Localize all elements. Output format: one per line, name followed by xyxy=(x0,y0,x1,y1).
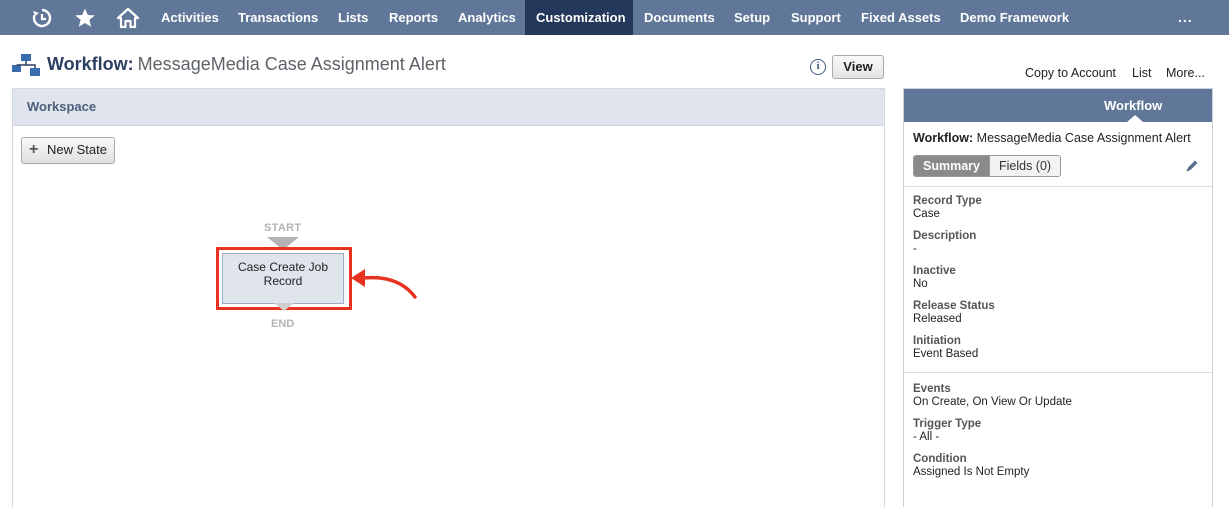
annotation-arrow xyxy=(351,269,417,299)
panel-title: Workflow: MessageMedia Case Assignment A… xyxy=(913,131,1191,145)
new-state-button[interactable]: + New State xyxy=(21,137,115,164)
panel-segmented-control: Summary Fields (0) xyxy=(913,155,1062,177)
divider xyxy=(904,186,1212,187)
end-marker xyxy=(274,303,294,311)
nav-activities[interactable]: Activities xyxy=(150,0,230,35)
workflow-icon xyxy=(12,54,40,76)
field-label-events: Events xyxy=(913,383,951,395)
field-value-record-type: Case xyxy=(913,208,940,220)
nav-lists[interactable]: Lists xyxy=(327,0,379,35)
nav-fixed-assets[interactable]: Fixed Assets xyxy=(850,0,952,35)
edit-pencil-icon[interactable] xyxy=(1184,158,1200,174)
star-icon[interactable] xyxy=(67,0,103,35)
view-button[interactable]: View xyxy=(832,55,884,79)
field-value-description: - xyxy=(913,243,917,255)
summary-tab[interactable]: Summary xyxy=(914,156,989,176)
nav-customization[interactable]: Customization xyxy=(525,0,633,35)
field-label-description: Description xyxy=(913,230,977,242)
nav-more-button[interactable]: ... xyxy=(1178,0,1193,35)
divider xyxy=(904,372,1212,373)
panel-header: Workflow xyxy=(904,89,1212,122)
nav-analytics[interactable]: Analytics xyxy=(447,0,527,35)
page-title-label: Workflow: xyxy=(47,54,134,74)
field-label-condition: Condition xyxy=(913,453,967,465)
field-label-trigger-type: Trigger Type xyxy=(913,418,982,430)
nav-demo-framework[interactable]: Demo Framework xyxy=(949,0,1080,35)
field-label-record-type: Record Type xyxy=(913,195,982,207)
field-value-inactive: No xyxy=(913,278,928,290)
field-value-release-status: Released xyxy=(913,313,962,325)
workflow-details-panel: Workflow Workflow: MessageMedia Case Ass… xyxy=(903,88,1213,507)
page-title: Workflow: MessageMedia Case Assignment Al… xyxy=(47,54,446,75)
field-value-events: On Create, On View Or Update xyxy=(913,396,1072,408)
copy-to-account-link[interactable]: Copy to Account xyxy=(1025,66,1116,80)
nav-support[interactable]: Support xyxy=(780,0,852,35)
list-link[interactable]: List xyxy=(1132,66,1151,80)
field-label-release-status: Release Status xyxy=(913,300,995,312)
nav-setup[interactable]: Setup xyxy=(723,0,781,35)
nav-reports[interactable]: Reports xyxy=(378,0,449,35)
field-value-initiation: Event Based xyxy=(913,348,979,360)
start-label: START xyxy=(264,222,302,234)
recent-icon[interactable] xyxy=(24,0,60,35)
new-state-label: New State xyxy=(47,142,107,157)
nav-transactions[interactable]: Transactions xyxy=(227,0,329,35)
end-label: END xyxy=(271,318,295,330)
field-label-inactive: Inactive xyxy=(913,265,956,277)
panel-title-label: Workflow: xyxy=(913,131,974,145)
tab-indicator xyxy=(1127,115,1143,122)
more-link[interactable]: More... xyxy=(1166,66,1205,80)
top-nav: Activities Transactions Lists Reports An… xyxy=(0,0,1229,35)
field-label-initiation: Initiation xyxy=(913,335,961,347)
highlight-box xyxy=(216,247,352,310)
field-value-condition: Assigned Is Not Empty xyxy=(913,466,1030,478)
nav-documents[interactable]: Documents xyxy=(633,0,726,35)
home-icon[interactable] xyxy=(110,0,146,35)
panel-title-name: MessageMedia Case Assignment Alert xyxy=(976,131,1191,145)
page-title-name: MessageMedia Case Assignment Alert xyxy=(137,54,446,74)
fields-tab[interactable]: Fields (0) xyxy=(988,156,1061,176)
workspace-panel: Workspace + New State START Case Create … xyxy=(12,88,885,507)
plus-icon: + xyxy=(29,141,39,158)
workspace-title: Workspace xyxy=(13,89,884,126)
field-value-trigger-type: - All - xyxy=(913,431,940,443)
info-icon[interactable]: i xyxy=(810,59,826,75)
